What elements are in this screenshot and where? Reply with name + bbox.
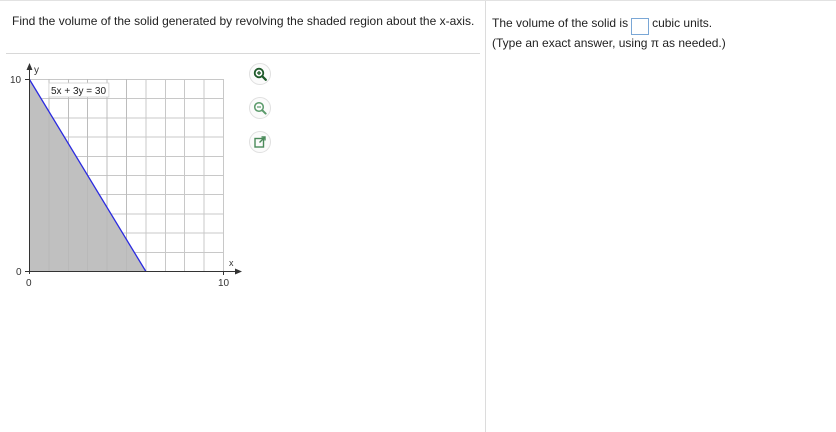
x-axis-arrow [235,268,242,275]
x-axis-label: x [229,258,234,268]
question-divider [6,53,480,54]
answer-prefix: The volume of the solid is [492,16,629,30]
zoom-out-button[interactable] [249,97,271,119]
equation-label: 5x + 3y = 30 [51,86,106,97]
answer-pane: The volume of the solid is cubic units. (… [486,1,836,432]
zoom-out-icon [253,101,267,115]
popout-icon [254,136,266,148]
popout-button[interactable] [249,131,271,153]
answer-suffix: cubic units. [652,16,713,30]
x-tick-label-right: 10 [218,278,230,289]
answer-hint: (Type an exact answer, using π as needed… [492,36,726,50]
y-tick-label-zero: 0 [16,267,22,278]
answer-line: The volume of the solid is cubic units. [492,15,712,35]
y-tick-label-top: 10 [10,75,22,86]
question-text: Find the volume of the solid generated b… [12,14,475,28]
volume-answer-input[interactable] [631,18,650,35]
y-axis-arrow [26,63,33,70]
y-axis-label: y [34,65,39,76]
zoom-in-button[interactable] [249,63,271,85]
question-pane: Find the volume of the solid generated b… [0,1,485,432]
region-graph: y x 10 0 0 10 5x + 3y = 30 [10,63,242,289]
zoom-in-icon [253,67,267,81]
x-tick-label-zero: 0 [26,278,32,289]
